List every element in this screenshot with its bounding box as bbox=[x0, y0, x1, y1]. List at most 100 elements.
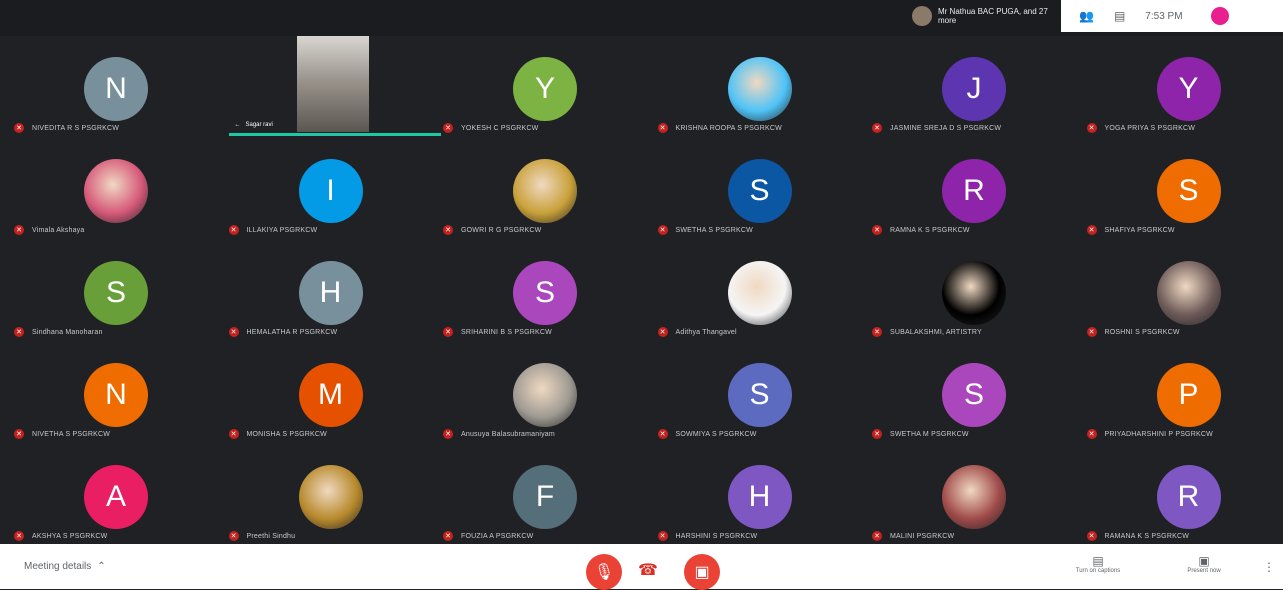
participant-tile[interactable]: Y✕YOKESH C PSGRKCW bbox=[439, 36, 650, 137]
mic-off-icon: ✕ bbox=[658, 531, 668, 541]
participant-tile[interactable]: N ✕ NIVETHA S PSGRKCW bbox=[10, 342, 221, 443]
participant-name: Sagar ravi bbox=[246, 122, 273, 128]
mic-off-icon: ✕ bbox=[1087, 123, 1097, 133]
mic-off-icon: ✕ bbox=[1087, 531, 1097, 541]
participant-label: ✕SOWMIYA S PSGRKCW bbox=[658, 429, 757, 439]
participant-name: Vimala Akshaya bbox=[32, 227, 84, 234]
participant-tile[interactable]: ✕SUBALAKSHMI, ARTISTRY bbox=[868, 240, 1079, 341]
participant-tile[interactable]: S✕SOWMIYA S PSGRKCW bbox=[654, 342, 865, 443]
people-icon[interactable]: 👥 bbox=[1079, 9, 1094, 23]
avatar: S bbox=[1157, 159, 1221, 223]
participant-label: ✕ PRIYADHARSHINI P PSGRKCW bbox=[1087, 429, 1213, 439]
avatar: H bbox=[299, 261, 363, 325]
participant-tile[interactable]: F✕FOUZIA A PSGRKCW bbox=[439, 444, 650, 545]
mic-off-icon: ✕ bbox=[872, 123, 882, 133]
video-feed bbox=[297, 36, 369, 132]
participant-label: ✕Adithya Thangavel bbox=[658, 327, 737, 337]
avatar[interactable] bbox=[1211, 7, 1229, 25]
participant-name: HARSHINI S PSGRKCW bbox=[676, 533, 758, 540]
active-speaker-indicator bbox=[229, 133, 441, 136]
participant-tile[interactable]: R✕RAMNA K S PSGRKCW bbox=[868, 138, 1079, 239]
phone-hangup-icon: ☎ bbox=[638, 562, 658, 579]
mic-off-icon: ✕ bbox=[443, 327, 453, 337]
participant-tile[interactable]: H ✕HEMALATHA R PSGRKCW bbox=[225, 240, 436, 341]
more-options-icon[interactable]: ⋮ bbox=[1263, 560, 1275, 574]
participant-tile[interactable]: ✕ROSHNI S PSGRKCW bbox=[1083, 240, 1283, 341]
meeting-details-button[interactable]: Meeting details ⌃ bbox=[24, 561, 106, 572]
participant-name: NIVEDITA R S PSGRKCW bbox=[32, 125, 119, 132]
avatar bbox=[513, 159, 577, 223]
participant-label: ✕MONISHA S PSGRKCW bbox=[229, 429, 327, 439]
participant-label: ✕JASMINE SREJA D S PSGRKCW bbox=[872, 123, 1001, 133]
participant-tile[interactable]: ✕ Vimala Akshaya bbox=[10, 138, 221, 239]
participant-tile[interactable]: I✕ILLAKIYA PSGRKCW bbox=[225, 138, 436, 239]
participant-label: ✕ROSHNI S PSGRKCW bbox=[1087, 327, 1180, 337]
mic-off-icon: ✕ bbox=[443, 123, 453, 133]
captions-label: Turn on captions bbox=[1076, 568, 1120, 574]
chat-icon[interactable]: ▤ bbox=[1114, 9, 1125, 23]
avatar bbox=[1157, 261, 1221, 325]
avatar: J bbox=[942, 57, 1006, 121]
participant-tile[interactable]: P✕PRIYADHARSHINI P PSGRKCW bbox=[1083, 342, 1283, 443]
mic-off-icon: ✕ bbox=[1087, 429, 1097, 439]
mic-off-icon: ✕ bbox=[229, 531, 239, 541]
participant-tile[interactable]: ✕GOWRI R G PSGRKCW bbox=[439, 138, 650, 239]
participant-label: ✕ RAMNA K S PSGRKCW bbox=[872, 225, 970, 235]
mic-off-icon: ✕ bbox=[658, 225, 668, 235]
participant-tile[interactable]: S✕SRIHARINI B S PSGRKCW bbox=[439, 240, 650, 341]
camera-off-icon: ▣ bbox=[694, 562, 709, 582]
participant-tile[interactable]: S✕SWETHA M PSGRKCW bbox=[868, 342, 1079, 443]
meeting-details-label: Meeting details bbox=[24, 561, 91, 572]
chevron-up-icon: ⌃ bbox=[97, 561, 105, 572]
mic-off-icon: 🎙 bbox=[594, 562, 614, 582]
participant-label: ✕ NIVETHA S PSGRKCW bbox=[14, 429, 110, 439]
participant-label: ✕Anusuya Balasubramaniyam bbox=[443, 429, 555, 439]
participant-tile[interactable]: H✕HARSHINI S PSGRKCW bbox=[654, 444, 865, 545]
participant-tile[interactable]: R✕RAMANA K S PSGRKCW bbox=[1083, 444, 1283, 545]
camera-toggle-button[interactable]: ▣ bbox=[684, 554, 720, 590]
participant-tile[interactable]: ✕Preethi Sindhu bbox=[225, 444, 436, 545]
mic-off-icon: ✕ bbox=[14, 123, 24, 133]
captions-button[interactable]: ▤ Turn on captions bbox=[1068, 554, 1128, 574]
participant-tile[interactable]: ✕Anusuya Balasubramaniyam bbox=[439, 342, 650, 443]
participant-tile[interactable]: J ✕JASMINE SREJA D S PSGRKCW bbox=[868, 36, 1079, 137]
participant-tile[interactable]: M ✕MONISHA S PSGRKCW bbox=[225, 342, 436, 443]
participant-name: NIVETHA S PSGRKCW bbox=[32, 431, 110, 438]
avatar bbox=[942, 465, 1006, 529]
avatar: N bbox=[84, 57, 148, 121]
present-icon: ▣ bbox=[1174, 554, 1234, 568]
participant-tile[interactable]: ✕Adithya Thangavel bbox=[654, 240, 865, 341]
present-now-button[interactable]: ▣ Present now bbox=[1174, 554, 1234, 574]
avatar: M bbox=[299, 363, 363, 427]
participant-name: SWETHA S PSGRKCW bbox=[676, 227, 754, 234]
participant-label: ✕HEMALATHA R PSGRKCW bbox=[229, 327, 338, 337]
hang-up-button[interactable]: ☎ bbox=[638, 560, 658, 580]
avatar: R bbox=[1157, 465, 1221, 529]
microphone-toggle-button[interactable]: 🎙 bbox=[586, 554, 622, 590]
participant-tile[interactable]: S✕SWETHA S PSGRKCW bbox=[654, 138, 865, 239]
participant-name: KRISHNA ROOPA S PSGRKCW bbox=[676, 125, 782, 132]
participant-tile[interactable]: ✕ KRISHNA ROOPA S PSGRKCW bbox=[654, 36, 865, 137]
presenter-text: Mr Nathua BAC PUGA, and 27 more bbox=[938, 7, 1052, 25]
presenter-info[interactable]: Mr Nathua BAC PUGA, and 27 more bbox=[912, 4, 1052, 28]
participant-tile[interactable]: ←Sagar ravi bbox=[225, 36, 436, 137]
participant-tile[interactable]: S✕Sindhana Manoharan bbox=[10, 240, 221, 341]
participant-tile[interactable]: S✕SHAFIYA PSGRKCW bbox=[1083, 138, 1283, 239]
avatar bbox=[728, 57, 792, 121]
participant-tile[interactable]: N ✕ NIVEDITA R S PSGRKCW bbox=[10, 36, 221, 137]
participant-tile[interactable]: ✕MALINI PSGRKCW bbox=[868, 444, 1079, 545]
participant-name: RAMNA K S PSGRKCW bbox=[890, 227, 970, 234]
mic-off-icon: ✕ bbox=[658, 123, 668, 133]
mic-off-icon: ✕ bbox=[872, 531, 882, 541]
participant-name: YOGA PRIYA S PSGRKCW bbox=[1105, 125, 1196, 132]
participant-tile[interactable]: Y✕YOGA PRIYA S PSGRKCW bbox=[1083, 36, 1283, 137]
participant-name: PRIYADHARSHINI P PSGRKCW bbox=[1105, 431, 1213, 438]
mic-off-icon: ✕ bbox=[14, 225, 24, 235]
participant-tile[interactable]: A✕AKSHYA S PSGRKCW bbox=[10, 444, 221, 545]
avatar: N bbox=[84, 363, 148, 427]
participant-name: Anusuya Balasubramaniyam bbox=[461, 431, 555, 438]
mic-off-icon: ✕ bbox=[229, 429, 239, 439]
mic-off-icon: ✕ bbox=[872, 225, 882, 235]
mic-off-icon: ✕ bbox=[14, 429, 24, 439]
participant-label: ✕ KRISHNA ROOPA S PSGRKCW bbox=[658, 123, 782, 133]
